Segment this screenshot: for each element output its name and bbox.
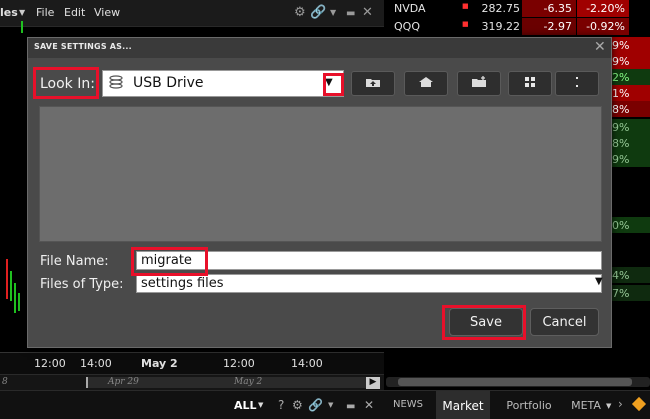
- candle: [21, 21, 23, 33]
- scroll-date: Apr 29: [108, 377, 139, 387]
- files-of-type-value: settings files: [141, 276, 224, 291]
- look-in-label: Look In:: [40, 76, 95, 92]
- link-icon[interactable]: 🔗: [308, 398, 323, 412]
- window-title-partial[interactable]: les: [0, 6, 18, 19]
- tab-scroll-right-icon[interactable]: ›: [618, 397, 623, 411]
- file-name-input[interactable]: migrate: [136, 251, 602, 270]
- close-icon[interactable]: ✕: [364, 398, 374, 412]
- menu-file[interactable]: File: [36, 6, 54, 19]
- percent-cell: 1%: [608, 85, 650, 101]
- up-folder-icon: [366, 79, 380, 87]
- minimize-icon[interactable]: ▬: [346, 8, 355, 19]
- change-percent: -2.20%: [577, 0, 629, 17]
- symbol: NVDA: [394, 2, 426, 15]
- list-view-button[interactable]: [508, 71, 552, 96]
- home-button[interactable]: [404, 71, 448, 96]
- new-folder-button[interactable]: [457, 71, 501, 96]
- time-tick: 12:00: [223, 357, 255, 370]
- scroll-date: May 2: [234, 377, 263, 387]
- link-icon[interactable]: 🔗: [310, 5, 326, 20]
- menu-view[interactable]: View: [94, 6, 120, 19]
- watchlist-row[interactable]: NVDA ■ 282.75 -6.35 -2.20%: [384, 0, 650, 18]
- last-price: 319.22: [481, 20, 521, 33]
- save-settings-dialog: SAVE SETTINGS AS... ✕ Look In: USB Drive…: [27, 37, 612, 348]
- percent-cell: 4%: [608, 267, 650, 283]
- title-dropdown-icon[interactable]: ▼: [19, 8, 25, 17]
- chart-bottom-toolbar: ALL ▼ ? ⚙ 🔗 ▼ ▬ ✕: [0, 390, 384, 419]
- notification-diamond-icon[interactable]: [631, 396, 647, 412]
- change: -2.97: [522, 18, 576, 35]
- close-icon[interactable]: ✕: [362, 5, 373, 20]
- look-in-dropdown-icon[interactable]: ▼: [325, 77, 333, 88]
- tab-news[interactable]: NEWS: [390, 391, 426, 419]
- cancel-button[interactable]: Cancel: [530, 308, 599, 336]
- up-folder-button[interactable]: [351, 71, 395, 96]
- symbol: QQQ: [394, 20, 420, 33]
- meta-dropdown-icon[interactable]: ▼: [606, 402, 611, 410]
- scroll-end-icon[interactable]: ▶: [366, 377, 380, 389]
- chart-range-scroller[interactable]: 8 Apr 29 May 2 ▶: [0, 374, 384, 390]
- percent-cell: 9%: [608, 37, 650, 53]
- all-filter[interactable]: ALL: [234, 399, 257, 412]
- last-price: 282.75: [481, 2, 521, 15]
- percent-cell: 2%: [608, 69, 650, 85]
- home-icon: [419, 77, 433, 87]
- file-list-area[interactable]: [39, 106, 602, 242]
- change: -6.35: [522, 0, 576, 17]
- time-tick: 14:00: [291, 357, 323, 370]
- scroll-date: 8: [2, 377, 8, 387]
- chart-menu-bar: les ▼ File Edit View ⚙ 🔗 ▼ ▬ ✕: [0, 0, 384, 27]
- tab-meta[interactable]: META: [568, 391, 604, 419]
- look-in-value: USB Drive: [133, 75, 204, 91]
- new-folder-icon: [472, 76, 486, 87]
- help-icon[interactable]: ?: [278, 398, 284, 412]
- all-dropdown-icon[interactable]: ▼: [258, 401, 263, 409]
- gear-icon[interactable]: ⚙: [292, 398, 303, 412]
- candle: [10, 271, 12, 301]
- more-vertical-icon: [576, 77, 578, 87]
- watchlist-scroll-thumb[interactable]: [398, 378, 632, 386]
- time-tick: May 2: [141, 357, 178, 370]
- dropdown-icon[interactable]: ▼: [330, 8, 336, 17]
- percent-cell: 9%: [608, 151, 650, 167]
- files-of-type-label: Files of Type:: [40, 277, 124, 292]
- menu-edit[interactable]: Edit: [64, 6, 85, 19]
- minimize-icon[interactable]: ▬: [346, 401, 355, 412]
- file-name-label: File Name:: [40, 254, 109, 269]
- look-in-combo[interactable]: USB Drive ▼: [102, 70, 344, 97]
- percent-cell: 8%: [608, 101, 650, 117]
- dropdown-icon[interactable]: ▼: [328, 401, 333, 409]
- details-view-button[interactable]: [555, 71, 599, 96]
- percent-cell: 7%: [608, 285, 650, 301]
- percent-cell: 9%: [608, 119, 650, 135]
- change-percent: -0.92%: [577, 18, 629, 35]
- time-tick: 12:00: [34, 357, 66, 370]
- files-of-type-dropdown-icon[interactable]: ▼: [595, 276, 603, 287]
- bottom-tab-bar: NEWS Market Portfolio META ▼ ›: [384, 390, 650, 419]
- watchlist-row[interactable]: QQQ ■ 319.22 -2.97 -0.92%: [384, 18, 650, 36]
- time-tick: 14:00: [80, 357, 112, 370]
- candle: [18, 293, 20, 311]
- time-axis: 12:00 14:00 May 2 12:00 14:00: [0, 352, 384, 374]
- dialog-title: SAVE SETTINGS AS...: [34, 42, 132, 51]
- candle: [14, 283, 16, 313]
- grid-view-icon: [525, 77, 535, 87]
- percent-cell: 0%: [608, 217, 650, 233]
- tab-market[interactable]: Market: [436, 391, 490, 419]
- save-button[interactable]: Save: [449, 308, 523, 336]
- candle: [6, 259, 8, 299]
- tab-portfolio[interactable]: Portfolio: [500, 391, 558, 419]
- dialog-title-bar: SAVE SETTINGS AS... ✕: [28, 38, 611, 58]
- percent-cell: 8%: [608, 135, 650, 151]
- drive-icon: [109, 75, 123, 89]
- files-of-type-select[interactable]: settings files ▼: [136, 274, 603, 293]
- close-icon[interactable]: ✕: [594, 39, 606, 55]
- gear-icon[interactable]: ⚙: [294, 5, 306, 20]
- percent-cell: 9%: [608, 53, 650, 69]
